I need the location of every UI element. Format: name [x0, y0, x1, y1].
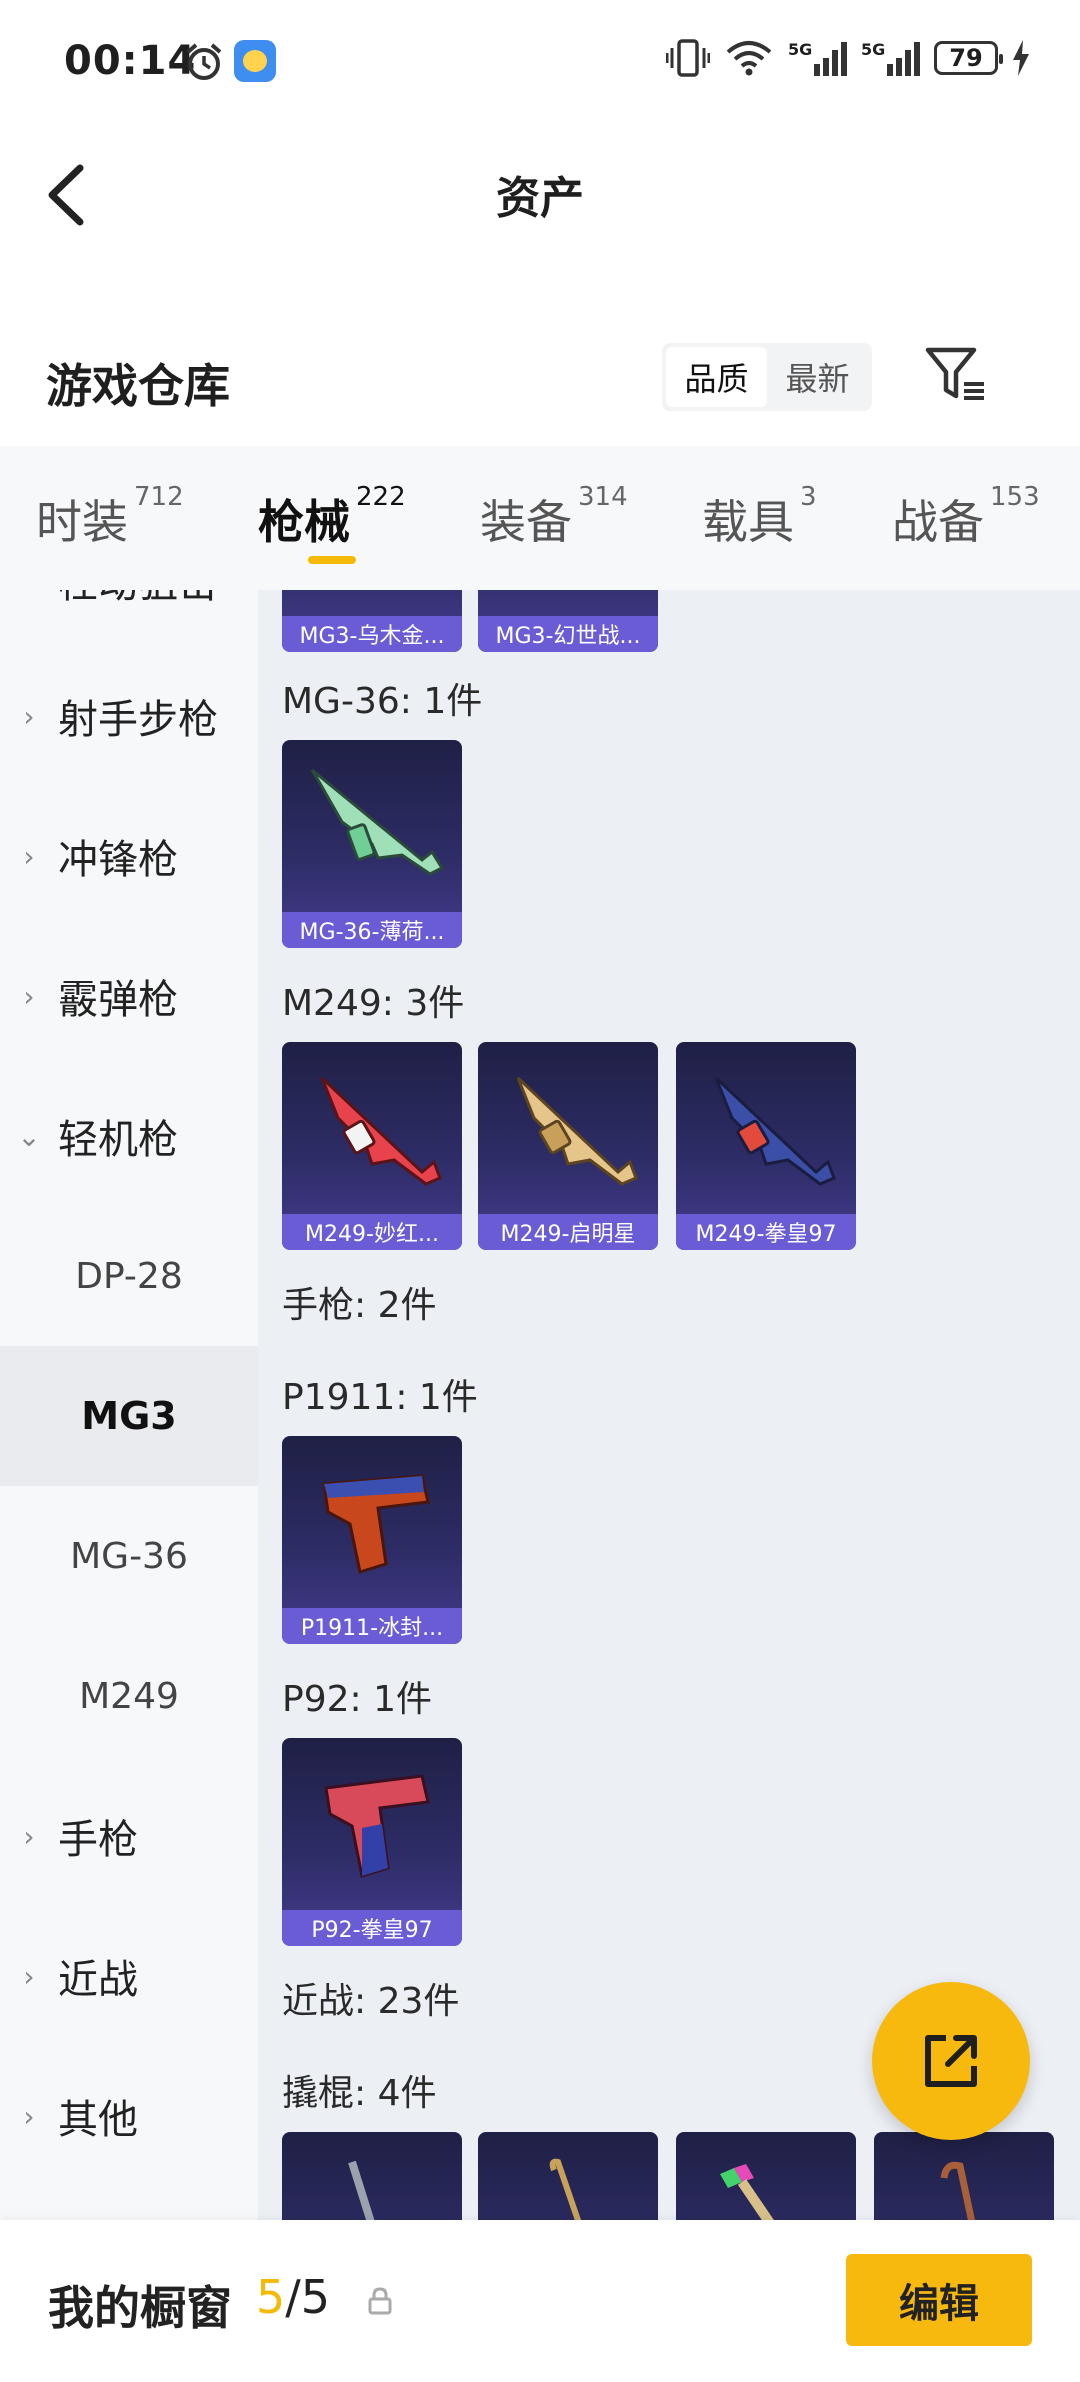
crowbar-image [720, 2164, 774, 2220]
alarm-icon [186, 43, 222, 80]
knife-image [348, 2160, 375, 2220]
group-label-mg36: MG-36: 1件 [282, 681, 483, 722]
section-title: 游戏仓库 [46, 359, 230, 413]
vibrate-icon [666, 39, 710, 77]
item-card[interactable] [676, 2132, 856, 2220]
chevron-right-icon: › [23, 699, 35, 733]
item-card[interactable] [874, 2132, 1054, 2220]
gun-image [322, 1474, 430, 1574]
tab-equipment[interactable]: 装备 314 [480, 482, 628, 552]
weapon-category-sidebar: ›栓动狙击 ›射手步枪 ›冲锋枪 ›霰弹枪 ⌄轻机枪 DP-28 MG3 MG-… [0, 590, 258, 2220]
item-card[interactable]: MG3-幻世战... [478, 590, 658, 652]
sort-option-latest[interactable]: 最新 [767, 347, 868, 407]
item-name: MG-36-薄荷... [282, 912, 462, 948]
chevron-right-icon: › [23, 979, 35, 1013]
clock: 00:14 [64, 38, 197, 84]
system-icons: 5G 5G 79 [666, 38, 1030, 78]
gun-image [714, 1076, 836, 1186]
filter-icon[interactable] [924, 344, 988, 404]
showcase-count: 5/5 [256, 2270, 331, 2324]
sidebar-item-shotgun[interactable]: › 霰弹枪 [0, 926, 258, 1066]
sort-toggle: 品质 最新 [662, 343, 872, 411]
group-label-p1911: P1911: 1件 [282, 1377, 478, 1418]
weather-app-icon [234, 40, 276, 82]
chevron-right-icon: › [23, 1819, 35, 1853]
item-name: M249-启明星 [478, 1214, 658, 1250]
share-button[interactable] [872, 1982, 1030, 2140]
item-card[interactable]: MG3-乌木金... [282, 590, 462, 652]
crowbar-image [940, 2161, 976, 2220]
item-card[interactable]: P92-拳皇97 [282, 1738, 462, 1946]
item-card[interactable]: MG-36-薄荷... [282, 740, 462, 948]
group-label-crowbar: 撬棍: 4件 [282, 2073, 437, 2114]
gun-image [324, 1774, 430, 1878]
tab-fashion[interactable]: 时装 712 [36, 482, 184, 552]
gun-image [516, 1076, 638, 1186]
item-card[interactable]: P1911-冰封... [282, 1436, 462, 1644]
group-label-pistol: 手枪: 2件 [282, 1285, 437, 1326]
chevron-right-icon: › [23, 839, 35, 873]
item-card[interactable]: M249-启明星 [478, 1042, 658, 1250]
item-card[interactable] [478, 2132, 658, 2220]
sidebar-item-lmg[interactable]: ⌄ 轻机枪 [0, 1066, 258, 1206]
signal-icon: 5G [861, 40, 920, 76]
sidebar-item-pistol[interactable]: › 手枪 [0, 1766, 258, 1906]
item-name: P1911-冰封... [282, 1608, 462, 1644]
group-label-m249: M249: 3件 [282, 983, 465, 1024]
item-card[interactable] [282, 2132, 462, 2220]
tab-vehicles[interactable]: 载具 3 [702, 482, 817, 552]
showcase-bar: 我的橱窗 5/5 编辑 [0, 2220, 1080, 2382]
wifi-icon [726, 41, 772, 76]
showcase-title: 我的橱窗 [48, 2281, 232, 2335]
signal-icon: 5G [788, 40, 847, 76]
share-icon [925, 2035, 977, 2087]
tab-supplies[interactable]: 战备 153 [892, 482, 1040, 552]
sidebar-item-marksman[interactable]: › 射手步枪 [0, 646, 258, 786]
group-label-melee: 近战: 23件 [282, 1981, 460, 2022]
item-name: MG3-幻世战... [478, 616, 658, 652]
chevron-right-icon: › [23, 1959, 35, 1993]
item-card[interactable]: M249-妙红... [282, 1042, 462, 1250]
sort-option-quality[interactable]: 品质 [666, 347, 767, 407]
sidebar-item-other[interactable]: › 其他 [0, 2046, 258, 2186]
item-name: MG3-乌木金... [282, 616, 462, 652]
battery-icon: 79 [934, 41, 1003, 75]
lock-icon [368, 2287, 392, 2315]
sidebar-subitem-m249[interactable]: M249 [0, 1626, 258, 1766]
edit-button[interactable]: 编辑 [846, 2254, 1032, 2346]
item-name: P92-拳皇97 [282, 1910, 462, 1946]
gun-image [310, 768, 445, 876]
sidebar-subitem-dp28[interactable]: DP-28 [0, 1206, 258, 1346]
crowbar-image [549, 2158, 582, 2220]
tab-guns[interactable]: 枪械 222 [258, 482, 406, 552]
sidebar-item-melee[interactable]: › 近战 [0, 1906, 258, 2046]
item-card[interactable]: M249-拳皇97 [676, 1042, 856, 1250]
sidebar-subitem-mg36[interactable]: MG-36 [0, 1486, 258, 1626]
sidebar-item-bolt-sniper[interactable]: ›栓动狙击 [0, 590, 258, 650]
group-label-p92: P92: 1件 [282, 1679, 432, 1720]
sidebar-subitem-mg3[interactable]: MG3 [0, 1346, 258, 1486]
item-name: M249-妙红... [282, 1214, 462, 1250]
item-grid: MG3-乌木金... MG3-幻世战... MG-36: 1件 MG-36-薄荷… [258, 590, 1080, 2220]
chevron-right-icon: › [23, 2099, 35, 2133]
charging-icon [1013, 40, 1029, 76]
item-name: M249-拳皇97 [676, 1214, 856, 1250]
gun-image [320, 1076, 442, 1186]
category-tabs: 时装 712 枪械 222 装备 314 载具 3 战备 153 [0, 446, 1080, 590]
status-bar: 00:14 5G 5G 79 [0, 0, 1080, 120]
sidebar-item-smg[interactable]: › 冲锋枪 [0, 786, 258, 926]
chevron-down-icon: ⌄ [17, 1119, 41, 1153]
page-title: 资产 [496, 173, 584, 224]
tab-indicator [308, 556, 356, 564]
chevron-right-icon: › [0, 590, 58, 597]
